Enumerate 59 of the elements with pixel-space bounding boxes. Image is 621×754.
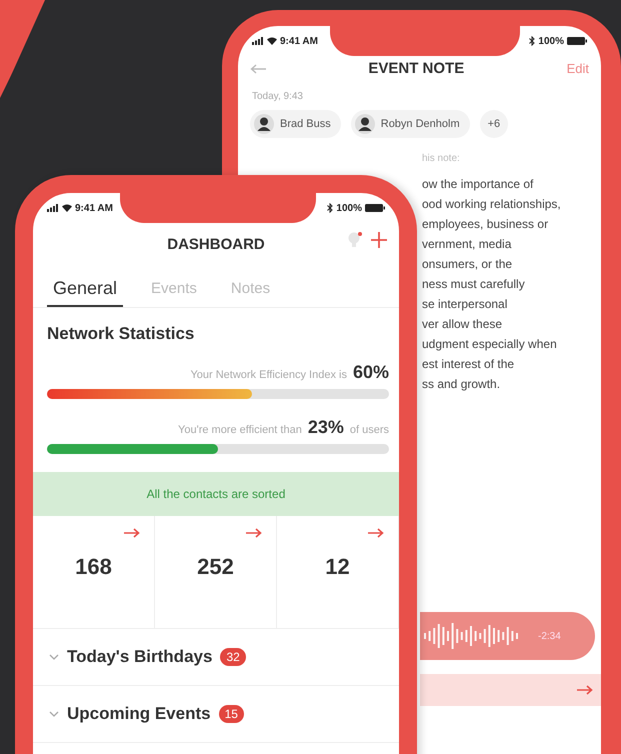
metric-label: Your Network Efficiency Index is [190, 369, 347, 381]
participant-chip[interactable]: Robyn Denholm [350, 110, 470, 138]
participant-chip[interactable]: Brad Buss [250, 110, 341, 138]
note-text: vernment, media [422, 236, 512, 253]
section-title: Network Statistics [46, 323, 196, 344]
list-title: Today's Birthdays [67, 647, 212, 667]
note-text: se interpersonal [422, 296, 508, 313]
battery-icon [567, 37, 587, 45]
note-text: onsumers, or the [422, 256, 514, 273]
metric-label: You're more efficient than [178, 424, 302, 436]
metric-value: 60% [352, 362, 389, 383]
tab[interactable]: General [47, 277, 124, 307]
metric-suffix: of users [350, 424, 389, 436]
arrow-icon[interactable] [246, 528, 262, 538]
note-text: ver allow these [422, 316, 504, 333]
count-badge: 32 [220, 648, 246, 666]
arrow-icon[interactable] [368, 528, 384, 538]
stat-number: 168 [75, 554, 112, 580]
note-text: ow the importance of [422, 176, 534, 193]
status-time: 9:41 AM [280, 36, 318, 46]
arrow-icon[interactable] [124, 528, 140, 538]
note-text: ness must carefully [422, 276, 526, 293]
count-badge: 15 [218, 705, 244, 723]
plus-icon[interactable] [371, 232, 387, 248]
note-text: udgment especially when [422, 336, 558, 353]
battery-percent: 100% [538, 36, 564, 46]
note-date: Today, 9:43 [251, 90, 304, 102]
wifi-icon [267, 37, 277, 45]
status-time: 9:41 AM [75, 202, 113, 214]
avatar-icon [354, 114, 375, 134]
audio-time: -2:34 [538, 630, 561, 642]
more-participants[interactable]: +6 [480, 110, 508, 138]
wifi-icon [62, 204, 72, 212]
avatar-icon [254, 114, 274, 134]
signal-icon [252, 37, 264, 45]
chevron-icon [49, 711, 59, 717]
bluetooth-icon [529, 36, 536, 46]
stat-number: 252 [197, 554, 234, 580]
back-icon[interactable] [250, 64, 266, 74]
lightbulb-icon[interactable] [347, 231, 363, 249]
chevron-icon [49, 654, 59, 660]
note-text: est interest of the [422, 356, 516, 373]
battery-percent: 100% [336, 202, 362, 214]
note-text: employees, business or [422, 216, 550, 233]
bluetooth-icon [327, 203, 334, 213]
arrow-icon[interactable] [577, 685, 593, 695]
status-banner: All the contacts are sorted [33, 472, 399, 516]
screen-title: EVENT NOTE [368, 60, 464, 77]
note-text: ood working relationships, [422, 196, 562, 213]
stat-number: 12 [325, 554, 350, 580]
list-row[interactable]: Upcoming Events 15 [33, 686, 399, 743]
list-title: Upcoming Events [67, 704, 211, 724]
signal-icon [47, 204, 59, 212]
screen-title: DASHBOARD [167, 236, 265, 252]
metric-value: 23% [308, 417, 344, 438]
battery-icon [365, 204, 385, 212]
note-text: ss and growth. [422, 376, 502, 393]
note-label: his note: [422, 152, 461, 164]
list-row[interactable]: Today's Birthdays 32 [33, 629, 399, 686]
